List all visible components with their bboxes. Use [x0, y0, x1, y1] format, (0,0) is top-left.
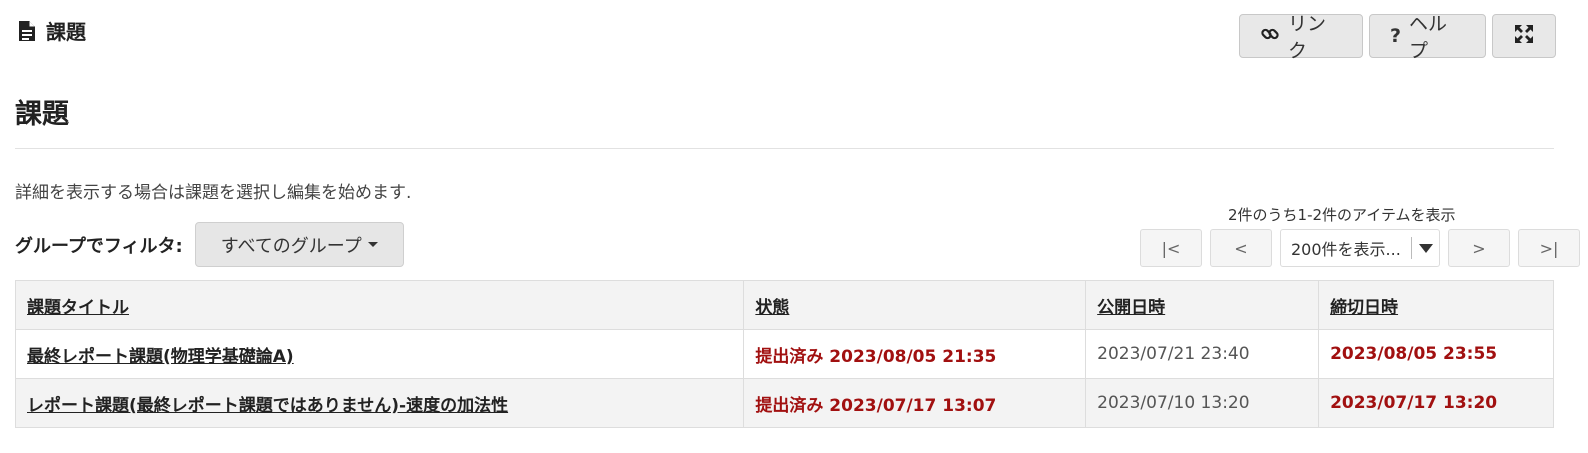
cell-due-date: 2023/08/05 23:55 [1318, 329, 1554, 379]
tool-header: 課題 [18, 16, 86, 45]
table-row: レポート課題(最終レポート課題ではありません)-速度の加法性 提出済み 2023… [14, 378, 1554, 428]
fullscreen-button[interactable] [1492, 14, 1556, 58]
page-size-select[interactable]: 200件を表示... [1280, 229, 1440, 267]
cell-open-date: 2023/07/10 13:20 [1085, 378, 1320, 428]
prev-page-button[interactable]: < [1210, 229, 1272, 267]
first-page-button[interactable]: |< [1140, 229, 1202, 267]
sort-title-link[interactable]: 課題タイトル [27, 298, 129, 318]
table-row: 最終レポート課題(物理学基礎論A) 提出済み 2023/08/05 21:35 … [14, 329, 1554, 379]
group-filter-value: すべてのグループ [220, 235, 362, 257]
column-header-status: 状態 [743, 280, 1087, 330]
assignment-title-link[interactable]: 最終レポート課題(物理学基礎論A) [27, 347, 294, 367]
page-size-value: 200件を表示... [1291, 240, 1401, 259]
column-header-due-date: 締切日時 [1318, 280, 1554, 330]
sort-status-link[interactable]: 状態 [755, 298, 789, 318]
header-actions: リンク ? ヘルプ [1239, 13, 1556, 62]
pager: |< < 200件を表示... > >| [1140, 229, 1580, 267]
cell-status: 提出済み 2023/07/17 13:07 [743, 378, 1087, 428]
column-header-open-date: 公開日時 [1085, 280, 1320, 330]
sort-due-date-link[interactable]: 締切日時 [1330, 298, 1398, 318]
page-title: 課題 [15, 99, 69, 130]
table-header-row: 課題タイトル 状態 公開日時 締切日時 [14, 280, 1554, 330]
help-button[interactable]: ? ヘルプ [1369, 13, 1486, 62]
question-icon: ? [1390, 25, 1402, 47]
group-filter: グループでフィルタ: すべてのグループ [15, 222, 404, 267]
assignments-table: 課題タイトル 状態 公開日時 締切日時 最終レポート課題(物理学基礎論A) 提出… [14, 280, 1554, 428]
last-page-button[interactable]: >| [1518, 229, 1580, 267]
page-size-caret-wrap [1411, 237, 1439, 259]
cell-title: レポート課題(最終レポート課題ではありません)-速度の加法性 [14, 378, 745, 428]
pager-info: 2件のうち1-2件のアイテムを表示 [1228, 206, 1456, 224]
caret-down-icon [367, 242, 378, 247]
tool-title: 課題 [46, 20, 86, 44]
divider [15, 148, 1554, 149]
link-button-label: リンク [1288, 13, 1327, 62]
document-icon [18, 20, 36, 42]
group-filter-label: グループでフィルタ: [15, 235, 183, 257]
link-button[interactable]: リンク [1239, 13, 1363, 62]
instructions-text: 詳細を表示する場合は課題を選択し編集を始めます. [15, 183, 412, 203]
cell-open-date: 2023/07/21 23:40 [1085, 329, 1320, 379]
expand-icon [1514, 24, 1534, 49]
cell-status: 提出済み 2023/08/05 21:35 [743, 329, 1087, 379]
sort-open-date-link[interactable]: 公開日時 [1097, 298, 1165, 318]
group-filter-dropdown[interactable]: すべてのグループ [194, 222, 404, 267]
caret-down-icon [1418, 243, 1433, 253]
help-button-label: ヘルプ [1409, 13, 1448, 62]
link-icon [1260, 24, 1280, 49]
cell-due-date: 2023/07/17 13:20 [1318, 378, 1554, 428]
column-header-title: 課題タイトル [14, 280, 745, 330]
next-page-button[interactable]: > [1448, 229, 1510, 267]
cell-title: 最終レポート課題(物理学基礎論A) [14, 329, 745, 379]
assignment-title-link[interactable]: レポート課題(最終レポート課題ではありません)-速度の加法性 [27, 396, 508, 416]
